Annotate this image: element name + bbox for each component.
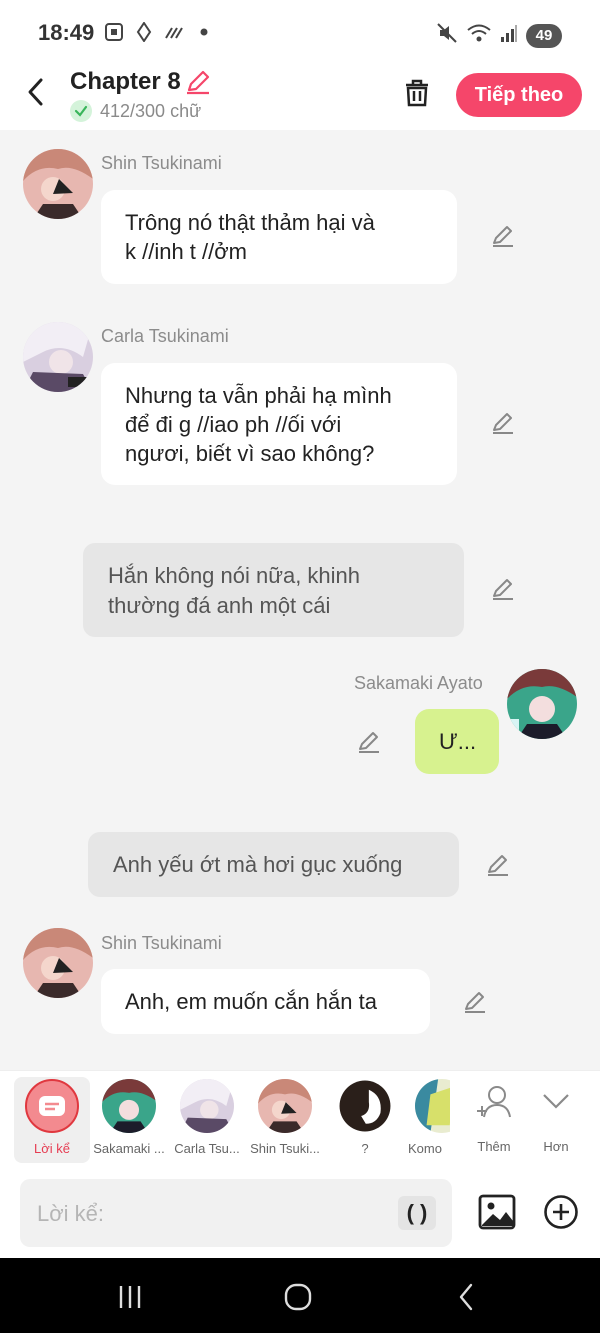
app-diamond-icon bbox=[134, 22, 154, 42]
character-label: Hơn bbox=[543, 1139, 569, 1154]
character-sakamaki[interactable]: Sakamaki ... bbox=[91, 1077, 167, 1163]
add-user-icon bbox=[477, 1086, 511, 1118]
speaker-name: Shin Tsukinami bbox=[101, 153, 222, 173]
parentheses-button[interactable]: ( ) bbox=[398, 1196, 436, 1230]
edit-message-pencil-icon[interactable] bbox=[490, 410, 516, 436]
status-time: 18:49 bbox=[38, 20, 95, 45]
message-bubble[interactable]: Nhưng ta vẫn phải hạ mình để đi g //iao … bbox=[101, 363, 457, 485]
image-icon bbox=[478, 1194, 516, 1230]
message-line: k //inh t //ởm bbox=[125, 239, 248, 264]
home-button[interactable] bbox=[278, 1280, 318, 1314]
word-count: 412/300 chữ bbox=[70, 100, 201, 122]
speaker-name: Sakamaki Ayato bbox=[354, 673, 483, 693]
back-button[interactable] bbox=[20, 74, 50, 110]
narrator-avatar bbox=[25, 1079, 79, 1133]
narration-bubble[interactable]: Anh yếu ớt mà hơi gục xuống bbox=[88, 832, 459, 897]
character-label: Sakamaki ... bbox=[93, 1141, 165, 1156]
narration-line: Hắn không nói nữa, khinh bbox=[108, 563, 361, 588]
battery-indicator: 49 bbox=[526, 23, 562, 48]
message-text: Ư... bbox=[439, 729, 477, 754]
narration-line: thường đá anh một cái bbox=[108, 593, 331, 618]
character-label: Komo bbox=[408, 1141, 442, 1156]
screenshot-icon bbox=[104, 22, 124, 42]
character-label: ? bbox=[361, 1141, 369, 1156]
add-button[interactable] bbox=[543, 1194, 579, 1230]
edit-narration-pencil-icon[interactable] bbox=[485, 852, 511, 878]
status-bar: 18:49 49 bbox=[0, 0, 600, 60]
insert-image-button[interactable] bbox=[478, 1193, 516, 1231]
back-arrow-icon bbox=[459, 1283, 473, 1311]
plus-circle-icon bbox=[544, 1195, 578, 1229]
delete-button[interactable] bbox=[400, 76, 434, 110]
character-shin[interactable]: Shin Tsuki... bbox=[247, 1077, 323, 1163]
signal-icon bbox=[500, 23, 518, 48]
word-count-text: 412/300 chữ bbox=[100, 100, 202, 121]
system-navigation-bar bbox=[0, 1258, 600, 1333]
chat-area[interactable]: Shin Tsukinami Trông nó thật thảm hại và… bbox=[0, 130, 600, 1070]
avatar bbox=[338, 1079, 392, 1133]
own-message-bubble[interactable]: Ư... bbox=[415, 709, 499, 774]
character-label: Lời kể bbox=[34, 1141, 70, 1156]
message-line: ngươi, biết vì sao không? bbox=[125, 441, 375, 466]
recent-apps-button[interactable] bbox=[110, 1280, 150, 1314]
editor-header: Chapter 8 412/300 chữ Tiếp theo bbox=[0, 60, 600, 130]
edit-narration-pencil-icon[interactable] bbox=[490, 576, 516, 602]
avatar bbox=[258, 1079, 312, 1133]
more-characters-button[interactable]: Hơn bbox=[518, 1077, 594, 1163]
message-line: để đi g //iao ph //ối với bbox=[125, 412, 342, 437]
check-icon bbox=[70, 100, 92, 122]
character-komo[interactable]: Komo bbox=[404, 1077, 450, 1163]
message-text: Anh, em muốn cắn hắn ta bbox=[125, 989, 377, 1014]
chevron-down-icon bbox=[543, 1094, 569, 1109]
avatar-carla[interactable] bbox=[23, 322, 93, 392]
avatar-ayato[interactable] bbox=[507, 669, 577, 739]
edit-title-pencil-icon[interactable] bbox=[184, 68, 212, 96]
speaker-name: Shin Tsukinami bbox=[101, 933, 222, 953]
wifi-icon bbox=[466, 22, 492, 49]
character-label: Carla Tsu... bbox=[174, 1141, 240, 1156]
status-system-icons: 49 bbox=[436, 22, 562, 49]
avatar bbox=[180, 1079, 234, 1133]
message-line: Trông nó thật thảm hại và bbox=[125, 210, 375, 235]
avatar-shin[interactable] bbox=[23, 928, 93, 998]
mute-icon bbox=[436, 22, 458, 49]
status-notification-icons bbox=[104, 22, 214, 42]
dot-icon bbox=[194, 22, 214, 42]
edit-message-pencil-icon[interactable] bbox=[462, 989, 488, 1015]
next-button[interactable]: Tiếp theo bbox=[456, 73, 582, 117]
edit-message-pencil-icon[interactable] bbox=[356, 729, 382, 755]
character-unknown[interactable]: ? bbox=[327, 1077, 403, 1163]
character-selector: Lời kể Sakamaki ... Carla Tsu... Shin Ts… bbox=[0, 1070, 600, 1168]
recent-apps-icon bbox=[119, 1286, 141, 1308]
input-bar: Lời kể: ( ) bbox=[0, 1168, 600, 1258]
character-label: Shin Tsuki... bbox=[250, 1141, 320, 1156]
chapter-title: Chapter 8 bbox=[70, 68, 181, 95]
narration-text: Anh yếu ớt mà hơi gục xuống bbox=[113, 852, 403, 877]
message-bubble[interactable]: Anh, em muốn cắn hắn ta bbox=[101, 969, 430, 1034]
edit-message-pencil-icon[interactable] bbox=[490, 223, 516, 249]
message-line: Nhưng ta vẫn phải hạ mình bbox=[125, 383, 392, 408]
input-placeholder: Lời kể: bbox=[37, 1201, 105, 1226]
stripes-icon bbox=[164, 22, 184, 42]
avatar-shin[interactable] bbox=[23, 149, 93, 219]
chevron-left-icon bbox=[28, 78, 43, 106]
message-input[interactable]: Lời kể: ( ) bbox=[20, 1179, 452, 1247]
trash-icon bbox=[406, 79, 428, 107]
message-bubble[interactable]: Trông nó thật thảm hại và k //inh t //ởm bbox=[101, 190, 457, 284]
home-icon bbox=[284, 1283, 312, 1311]
chat-bubble-icon bbox=[39, 1096, 65, 1116]
narration-bubble[interactable]: Hắn không nói nữa, khinh thường đá anh m… bbox=[83, 543, 464, 637]
character-carla[interactable]: Carla Tsu... bbox=[169, 1077, 245, 1163]
speaker-name: Carla Tsukinami bbox=[101, 326, 229, 346]
system-back-button[interactable] bbox=[446, 1280, 486, 1314]
avatar bbox=[102, 1079, 156, 1133]
character-narrator[interactable]: Lời kể bbox=[14, 1077, 90, 1163]
avatar bbox=[415, 1079, 450, 1133]
